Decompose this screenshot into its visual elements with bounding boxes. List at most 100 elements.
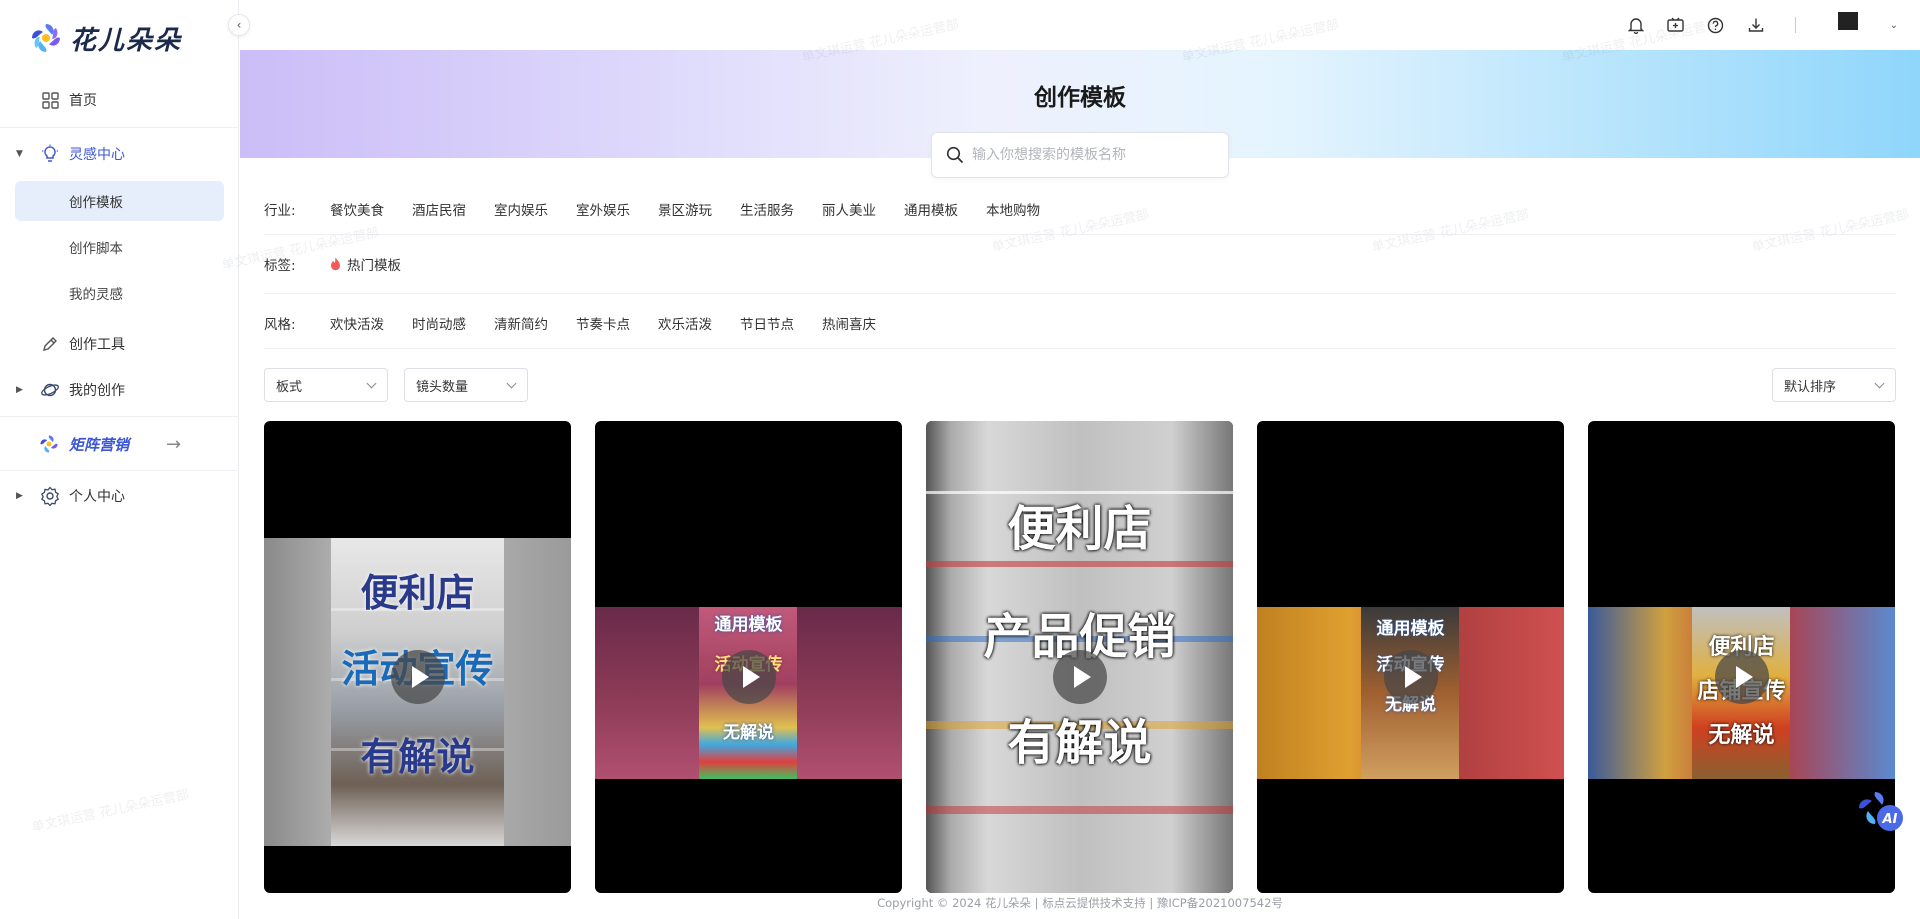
sidebar-item-inspiration[interactable]: ▼ 灵感中心 [0, 134, 239, 174]
video-caption-line: 便利店 [360, 571, 475, 615]
avatar[interactable] [1837, 12, 1858, 30]
filter-option[interactable]: 欢快活泼 [330, 313, 384, 333]
video-caption-line: 有解说 [360, 735, 475, 779]
filter-option[interactable]: 餐饮美食 [330, 199, 384, 219]
filter-label: 标签: [264, 258, 296, 274]
filter-option[interactable]: 欢乐活泼 [658, 313, 712, 333]
filter-option[interactable]: 室内娱乐 [494, 199, 548, 219]
filter-option[interactable]: 酒店民宿 [412, 199, 466, 219]
sidebar-divider [0, 416, 239, 417]
flower-logo-icon [40, 435, 58, 453]
filter-option[interactable]: 节日节点 [740, 313, 794, 333]
sidebar-sub-templates[interactable]: 创作模板 [15, 181, 224, 221]
brand-logo[interactable]: 花儿朵朵 [28, 18, 182, 58]
filter-row-tags: 标签: 热门模板 [264, 252, 429, 276]
play-icon[interactable] [1384, 650, 1438, 704]
sidebar-item-label: 个人中心 [69, 489, 125, 505]
flower-logo-icon [32, 24, 60, 52]
filter-option[interactable]: 时尚动感 [412, 313, 466, 333]
sidebar-item-label: 首页 [69, 93, 97, 109]
template-card[interactable]: 通用模板 活动宣传 无解说 [595, 421, 902, 893]
format-select[interactable]: 板式 [264, 368, 388, 402]
filter-option[interactable]: 通用模板 [904, 199, 958, 219]
app-root: 花儿朵朵 首页 ▼ 灵感中心 创作模板 创作脚本 我的灵感 创作工具 ▶ 我的创… [0, 0, 1920, 919]
sidebar-item-label: 灵感中心 [69, 147, 125, 163]
template-card[interactable]: 通用模板 活动宣传 无解说 [1257, 421, 1564, 893]
topbar-separator [1794, 17, 1796, 33]
shots-select[interactable]: 镜头数量 [404, 368, 528, 402]
caret-right-icon: ▶ [16, 385, 23, 395]
template-card[interactable]: 便利店 活动宣传 有解说 [264, 421, 571, 893]
topbar-actions: ⌄ [1627, 0, 1898, 50]
play-icon[interactable] [391, 650, 445, 704]
watermark: 单文琪运营 花儿朵朵运营部 [1370, 207, 1531, 256]
flame-icon [331, 257, 340, 271]
filter-option[interactable]: 热闹喜庆 [822, 313, 876, 333]
pencil-icon [40, 334, 60, 354]
filter-option[interactable]: 本地购物 [986, 199, 1040, 219]
filter-label: 行业: [264, 203, 296, 219]
topbar: ⌄ [240, 0, 1920, 50]
planet-icon [40, 380, 60, 400]
sidebar-item-my-creation[interactable]: ▶ 我的创作 [0, 370, 239, 410]
search-box [931, 132, 1229, 178]
sort-select[interactable]: 默认排序 [1772, 368, 1896, 402]
filter-divider [264, 348, 1896, 349]
ai-assistant-icon: AI [1859, 792, 1903, 831]
chevron-down-icon[interactable]: ⌄ [1890, 20, 1898, 31]
filter-row-style: 风格: 欢快活泼 时尚动感 清新简约 节奏卡点 欢乐活泼 节日节点 热闹喜庆 [264, 311, 904, 335]
play-icon[interactable] [1715, 650, 1769, 704]
download-icon[interactable] [1747, 16, 1765, 34]
help-icon[interactable] [1707, 16, 1725, 34]
bell-icon[interactable] [1627, 16, 1645, 34]
caret-down-icon: ▼ [16, 149, 23, 159]
chevron-down-icon [506, 378, 517, 389]
chevron-down-icon [366, 378, 377, 389]
video-caption-line: 无解说 [1708, 723, 1775, 748]
template-card[interactable]: 便利店 产品促销 有解说 [926, 421, 1233, 893]
video-caption-line: 有解说 [1007, 715, 1152, 771]
sidebar-sub-scripts[interactable]: 创作脚本 [15, 227, 224, 267]
sidebar-item-matrix-marketing[interactable]: 矩阵营销 → [0, 424, 239, 464]
search-icon [946, 146, 963, 163]
video-caption-line: 便利店 [1007, 501, 1152, 557]
sidebar-item-personal[interactable]: ▶ 个人中心 [0, 476, 239, 516]
filter-label: 风格: [264, 317, 296, 333]
filter-option[interactable]: 生活服务 [740, 199, 794, 219]
filter-row-industry: 行业: 餐饮美食 酒店民宿 室内娱乐 室外娱乐 景区游玩 生活服务 丽人美业 通… [264, 197, 1068, 221]
filter-option[interactable]: 清新简约 [494, 313, 548, 333]
template-card[interactable]: 便利店 店铺宣传 无解说 [1588, 421, 1895, 893]
chevron-left-icon: ‹ [236, 18, 242, 32]
sidebar-divider [0, 127, 239, 128]
filter-divider [264, 234, 1896, 235]
filter-option[interactable]: 节奏卡点 [576, 313, 630, 333]
filter-option[interactable]: 室外娱乐 [576, 199, 630, 219]
play-icon[interactable] [722, 650, 776, 704]
filter-option-hot[interactable]: 热门模板 [330, 254, 401, 274]
sidebar-item-label: 创作工具 [69, 337, 125, 353]
filter-option[interactable]: 丽人美业 [822, 199, 876, 219]
ai-assistant-button[interactable]: AI [1855, 786, 1907, 834]
search-input[interactable] [972, 147, 1202, 163]
sidebar: 花儿朵朵 首页 ▼ 灵感中心 创作模板 创作脚本 我的灵感 创作工具 ▶ 我的创… [0, 0, 239, 919]
footer-copyright: Copyright © 2024 花儿朵朵 | 标点云提供技术支持 | 豫ICP… [877, 896, 1283, 910]
sidebar-divider [0, 470, 239, 471]
sidebar-item-home[interactable]: 首页 [0, 80, 239, 120]
matrix-label: 矩阵营销 [69, 435, 130, 454]
filter-option-label: 热门模板 [347, 258, 401, 274]
video-plus-icon[interactable] [1667, 16, 1685, 34]
filter-option[interactable]: 景区游玩 [658, 199, 712, 219]
collapse-sidebar-button[interactable]: ‹ [228, 14, 250, 36]
sidebar-sub-my-inspiration[interactable]: 我的灵感 [15, 273, 224, 313]
play-icon[interactable] [1053, 650, 1107, 704]
sidebar-item-tools[interactable]: 创作工具 [0, 324, 239, 364]
svg-text:AI: AI [1882, 812, 1898, 827]
video-caption-line: 通用模板 [714, 615, 783, 635]
select-value: 板式 [276, 379, 303, 395]
sidebar-item-label: 我的创作 [69, 383, 125, 399]
select-value: 镜头数量 [416, 379, 469, 395]
gear-icon [40, 486, 60, 506]
page-title: 创作模板 [1034, 85, 1126, 111]
video-caption-line: 通用模板 [1376, 619, 1445, 639]
chevron-down-icon [1874, 378, 1885, 389]
